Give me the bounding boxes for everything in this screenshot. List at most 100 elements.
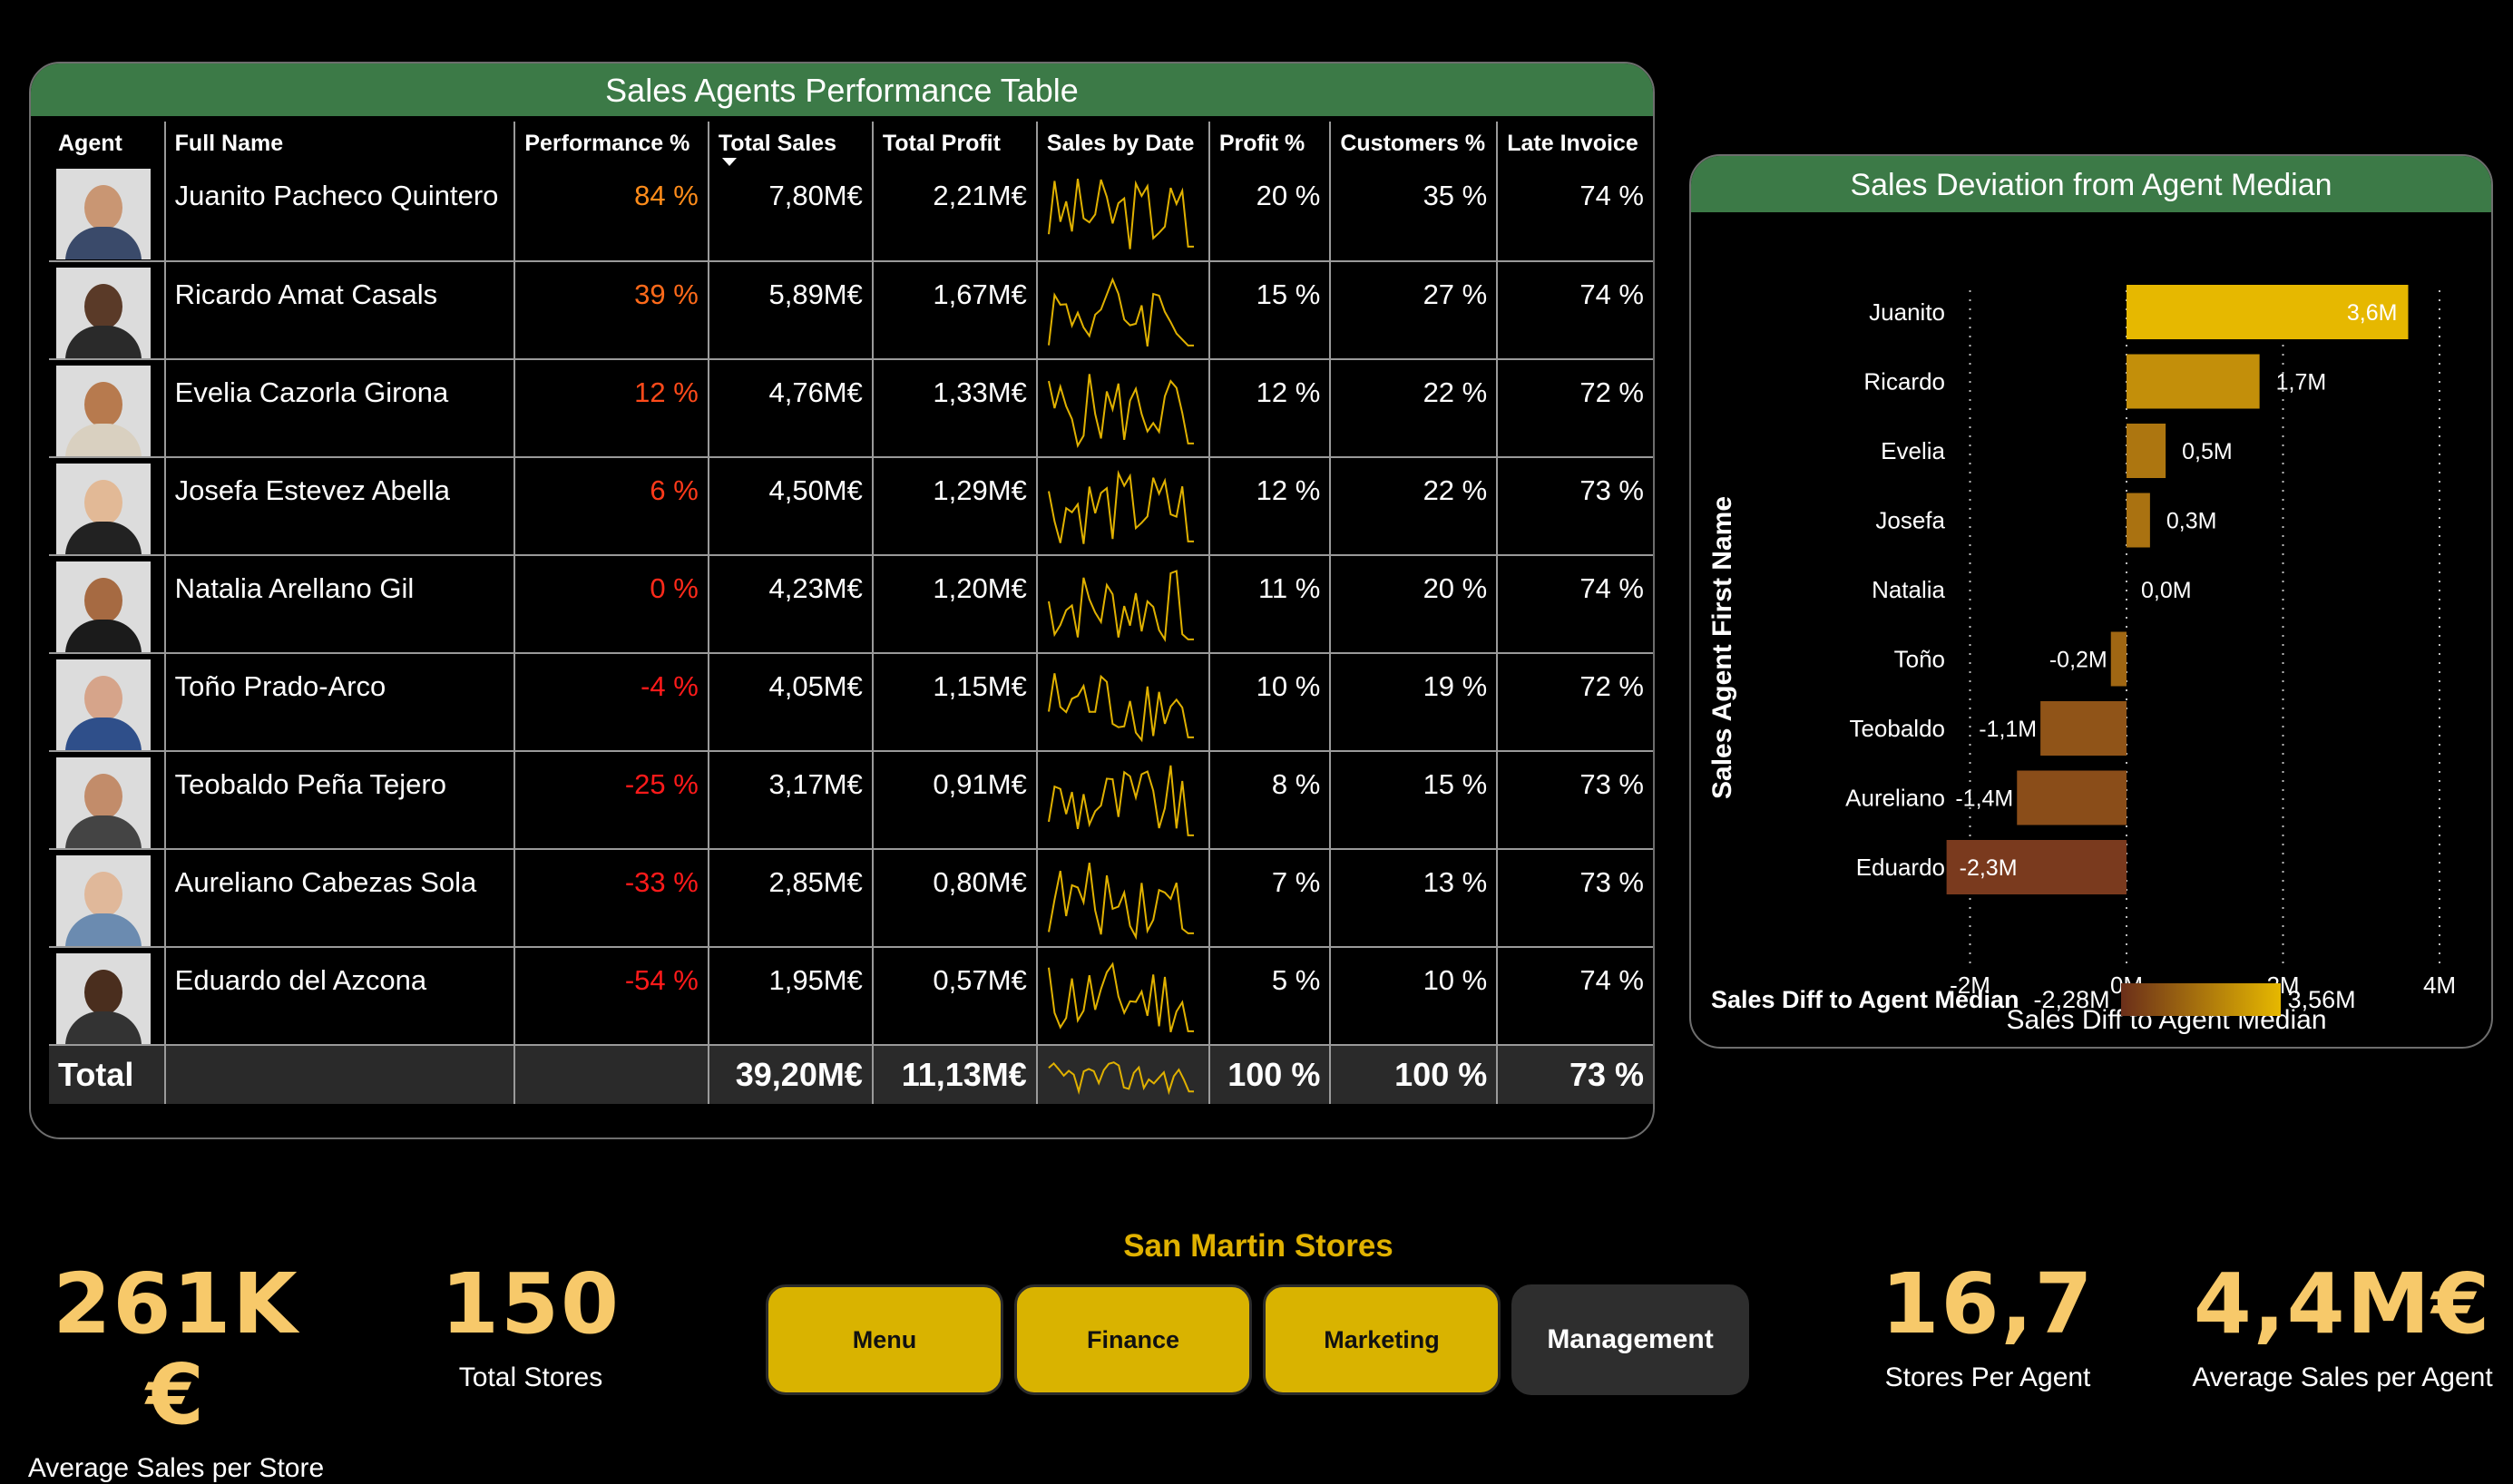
agent-customers-pct: 22 % — [1330, 457, 1499, 556]
agent-sparkline-cell — [1036, 751, 1210, 850]
agent-sparkline-cell — [1036, 457, 1210, 556]
legend-max: 3,56M — [2287, 985, 2356, 1013]
col-header-sales-by-date[interactable]: Sales by Date — [1036, 122, 1210, 163]
agent-total-sales: 4,05M€ — [708, 653, 874, 752]
table-row[interactable]: Eduardo del Azcona -54 % 1,95M€ 0,57M€ 5 % 10… — [49, 947, 1653, 1046]
deviation-bar — [2127, 424, 2166, 478]
col-header-customers-pct[interactable]: Customers % — [1330, 122, 1499, 163]
col-header-total-profit[interactable]: Total Profit — [872, 122, 1038, 163]
agent-profit-pct: 15 % — [1208, 261, 1332, 360]
agent-performance: -25 % — [514, 751, 709, 850]
data-label: -1,1M — [1979, 717, 2037, 742]
category-label: Toño — [1894, 646, 1945, 673]
kpi-stores-per-agent-label: Stores Per Agent — [1884, 1362, 2091, 1392]
agent-sparkline — [1047, 862, 1194, 941]
agent-total-profit: 1,67M€ — [872, 261, 1038, 360]
agent-late-invoice: 74 % — [1497, 947, 1653, 1046]
kpi-stores-per-agent: 16,7 Stores Per Agent — [1856, 1259, 2119, 1393]
nav-button-finance[interactable]: Finance — [1014, 1284, 1252, 1395]
legend-gradient — [2120, 983, 2281, 1016]
agent-total-sales: 4,23M€ — [708, 555, 874, 654]
agent-photo-cell — [49, 555, 166, 654]
kpi-avg-sales-agent: 4,4M€ Average Sales per Agent — [2179, 1259, 2506, 1393]
agent-sparkline — [1047, 470, 1194, 544]
agent-photo-cell — [49, 261, 166, 360]
agent-profit-pct: 7 % — [1208, 849, 1332, 948]
nav-button-management[interactable]: Management — [1511, 1284, 1749, 1395]
data-label: -0,2M — [2049, 648, 2107, 673]
color-legend: Sales Diff to Agent Median -2,28M 3,56M — [1711, 980, 2491, 1020]
agent-late-invoice: 72 % — [1497, 653, 1653, 752]
agent-customers-pct: 19 % — [1330, 653, 1499, 752]
agent-full-name: Toño Prado-Arco — [164, 653, 516, 752]
sparkline-path — [1047, 962, 1194, 1033]
nav-button-menu[interactable]: Menu — [766, 1284, 1003, 1395]
total-sparkline-chart — [1048, 1061, 1194, 1096]
agent-photo-cell — [49, 849, 166, 948]
agent-full-name: Teobaldo Peña Tejero — [164, 751, 516, 850]
category-label: Juanito — [1869, 298, 1945, 326]
agent-sparkline-cell — [1036, 163, 1210, 262]
table-row[interactable]: Toño Prado-Arco -4 % 4,05M€ 1,15M€ 10 % 19 % 7… — [49, 653, 1653, 752]
agent-customers-pct: 15 % — [1330, 751, 1499, 850]
col-header-late-invoice[interactable]: Late Invoice — [1497, 122, 1653, 163]
agent-total-profit: 0,57M€ — [872, 947, 1038, 1046]
agent-full-name: Juanito Pacheco Quintero — [164, 163, 516, 262]
deviation-bar — [2127, 493, 2150, 548]
agent-performance: 0 % — [514, 555, 709, 654]
agent-profit-pct: 20 % — [1208, 163, 1332, 262]
performance-table-card: Sales Agents Performance Table Agent Ful… — [29, 62, 1655, 1139]
col-header-profit-pct[interactable]: Profit % — [1208, 122, 1332, 163]
agent-photo-cell — [49, 947, 166, 1046]
agent-photo-cell — [49, 751, 166, 850]
agent-full-name: Ricardo Amat Casals — [164, 261, 516, 360]
kpi-total-stores: 150 Total Stores — [412, 1259, 650, 1393]
agent-total-sales: 4,76M€ — [708, 359, 874, 458]
table-row[interactable]: Aureliano Cabezas Sola -33 % 2,85M€ 0,80M€ 7… — [49, 849, 1653, 948]
table-row[interactable]: Ricardo Amat Casals 39 % 5,89M€ 1,67M€ 15 % 2… — [49, 261, 1653, 360]
agent-total-sales: 5,89M€ — [708, 261, 874, 360]
legend-min: -2,28M — [2033, 985, 2110, 1013]
table-row[interactable]: Teobaldo Peña Tejero -25 % 3,17M€ 0,91M€ 8 %… — [49, 751, 1653, 850]
agent-photo — [56, 561, 151, 652]
agent-photo — [56, 268, 151, 358]
sparkline-path — [1047, 765, 1194, 836]
col-header-agent[interactable]: Agent — [49, 122, 166, 163]
legend-title: Sales Diff to Agent Median — [1711, 985, 2019, 1013]
agent-sparkline — [1047, 673, 1194, 743]
total-profit: 11,13M€ — [872, 1045, 1038, 1104]
agent-late-invoice: 74 % — [1497, 555, 1653, 654]
y-axis-title: Sales Agent First Name — [1707, 496, 1737, 799]
data-label: -1,4M — [1955, 786, 2013, 812]
sparkline-path — [1048, 1061, 1194, 1096]
agent-photo-cell — [49, 359, 166, 458]
table-row[interactable]: Evelia Cazorla Girona 12 % 4,76M€ 1,33M€ 12 … — [49, 359, 1653, 458]
col-header-performance[interactable]: Performance % — [514, 122, 709, 163]
table-row[interactable]: Josefa Estevez Abella 6 % 4,50M€ 1,29M€ 12 %… — [49, 457, 1653, 556]
col-header-full-name[interactable]: Full Name — [164, 122, 516, 163]
total-sales: 39,20M€ — [708, 1045, 874, 1104]
agent-photo-cell — [49, 163, 166, 262]
agent-photo — [56, 366, 151, 456]
agent-customers-pct: 27 % — [1330, 261, 1499, 360]
sparkline-path — [1047, 374, 1194, 449]
agent-photo — [56, 169, 151, 259]
nav-button-marketing[interactable]: Marketing — [1263, 1284, 1501, 1395]
agent-full-name: Josefa Estevez Abella — [164, 457, 516, 556]
deviation-bar-chart: -2M0M2M4MJuanito3,6MRicardo1,7MEvelia0,5… — [1707, 285, 2456, 1035]
total-customers-pct: 100 % — [1330, 1045, 1499, 1104]
data-label: 0,5M — [2182, 439, 2233, 464]
agent-sparkline — [1047, 962, 1194, 1033]
agent-late-invoice: 73 % — [1497, 751, 1653, 850]
agent-performance: 12 % — [514, 359, 709, 458]
agent-sparkline-cell — [1036, 653, 1210, 752]
table-row[interactable]: Juanito Pacheco Quintero 84 % 7,80M€ 2,21M€… — [49, 163, 1653, 262]
agent-full-name: Aureliano Cabezas Sola — [164, 849, 516, 948]
data-label: 0,0M — [2141, 578, 2192, 603]
agent-performance: -54 % — [514, 947, 709, 1046]
table-row[interactable]: Natalia Arellano Gil 0 % 4,23M€ 1,20M€ 11 % 2… — [49, 555, 1653, 654]
col-header-total-sales[interactable]: Total Sales — [708, 122, 874, 166]
total-late-invoice: 73 % — [1497, 1045, 1653, 1104]
agent-customers-pct: 35 % — [1330, 163, 1499, 262]
deviation-bar — [2017, 770, 2127, 825]
